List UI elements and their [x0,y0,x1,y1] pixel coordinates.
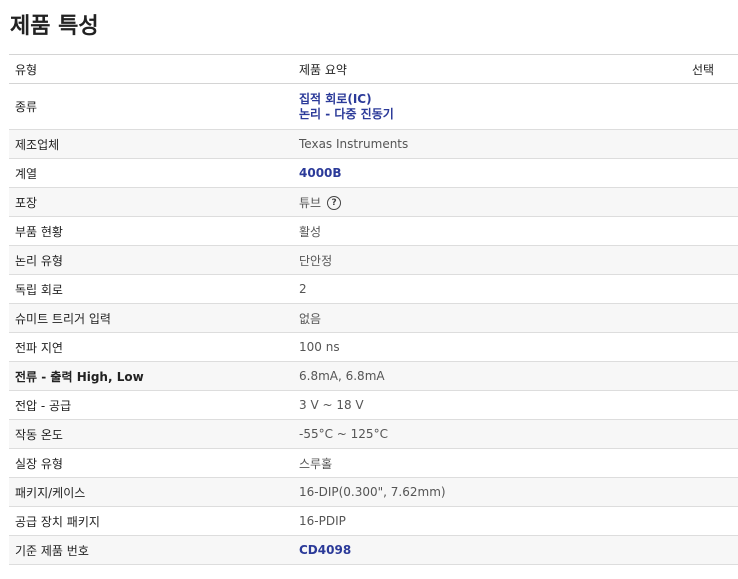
table-row: 실장 유형 스루홀 [9,448,738,478]
row-label-supply-voltage: 전압 - 공급 [9,390,293,420]
table-row: 포장 튜브? [9,187,738,217]
row-value-part-status: 활성 [293,216,688,246]
select-cell [688,535,738,565]
row-label-series: 계열 [9,158,293,188]
table-row: 제조업체 Texas Instruments [9,129,738,159]
column-header-summary: 제품 요약 [293,54,688,84]
row-label-package-case: 패키지/케이스 [9,477,293,507]
row-label-mounting-type: 실장 유형 [9,448,293,478]
product-attributes-panel: 제품 특성 유형 제품 요약 선택 종류 집적 회로(IC) 논리 - 다중 진… [9,0,738,565]
row-value-packaging: 튜브? [293,187,688,217]
select-cell [688,245,738,275]
table-row: 독립 회로 2 [9,274,738,304]
column-header-select: 선택 [688,54,738,84]
table-row: 기준 제품 번호 CD4098 [9,535,738,565]
page-title: 제품 특성 [10,14,99,39]
attributes-table: 유형 제품 요약 선택 종류 집적 회로(IC) 논리 - 다중 진동기 제조업… [9,54,738,565]
output-current-label-prefix: 전류 - 출력 [15,369,77,384]
table-row: 공급 장치 패키지 16-PDIP [9,506,738,536]
row-label-base-part-number: 기준 제품 번호 [9,535,293,565]
row-label-category: 종류 [9,83,293,130]
select-cell [688,419,738,449]
column-header-type: 유형 [9,54,293,84]
help-icon[interactable]: ? [327,196,342,210]
category-link-ic[interactable]: 집적 회로(IC) [299,92,682,107]
table-row: 부품 현황 활성 [9,216,738,246]
row-value-supplier-package: 16-PDIP [293,506,688,536]
table-row: 계열 4000B [9,158,738,188]
category-link-multivibrator[interactable]: 논리 - 다중 진동기 [299,107,682,122]
row-value-base-part-number: CD4098 [293,535,688,565]
row-label-logic-type: 논리 유형 [9,245,293,275]
table-row: 전파 지연 100 ns [9,332,738,362]
table-row: 전압 - 공급 3 V ~ 18 V [9,390,738,420]
row-label-packaging: 포장 [9,187,293,217]
select-cell [688,216,738,246]
select-cell [688,129,738,159]
row-value-schmitt-trigger: 없음 [293,303,688,333]
select-cell [688,187,738,217]
row-value-propagation-delay: 100 ns [293,332,688,362]
table-header-row: 유형 제품 요약 선택 [9,54,738,84]
row-label-part-status: 부품 현황 [9,216,293,246]
select-cell [688,506,738,536]
row-label-supplier-package: 공급 장치 패키지 [9,506,293,536]
row-label-operating-temp: 작동 온도 [9,419,293,449]
table-row: 작동 온도 -55°C ~ 125°C [9,419,738,449]
select-cell [688,303,738,333]
row-label-propagation-delay: 전파 지연 [9,332,293,362]
row-value-operating-temp: -55°C ~ 125°C [293,419,688,449]
select-cell [688,390,738,420]
row-label-manufacturer: 제조업체 [9,129,293,159]
row-value-mounting-type: 스루홀 [293,448,688,478]
row-value-package-case: 16-DIP(0.300", 7.62mm) [293,477,688,507]
select-cell [688,158,738,188]
select-cell [688,332,738,362]
series-link[interactable]: 4000B [299,166,682,181]
row-value-independent-circuits: 2 [293,274,688,304]
row-label-independent-circuits: 독립 회로 [9,274,293,304]
row-value-supply-voltage: 3 V ~ 18 V [293,390,688,420]
packaging-value: 튜브 [299,195,322,210]
select-cell [688,361,738,391]
table-row: 슈미트 트리거 입력 없음 [9,303,738,333]
row-label-schmitt-trigger: 슈미트 트리거 입력 [9,303,293,333]
table-row: 논리 유형 단안정 [9,245,738,275]
table-row: 패키지/케이스 16-DIP(0.300", 7.62mm) [9,477,738,507]
select-cell [688,274,738,304]
row-label-output-current: 전류 - 출력 High, Low [9,361,293,391]
select-cell [688,83,738,130]
output-current-label-bold: High, Low [76,369,144,384]
row-value-category: 집적 회로(IC) 논리 - 다중 진동기 [293,83,688,130]
base-part-number-link[interactable]: CD4098 [299,543,682,558]
row-value-manufacturer: Texas Instruments [293,129,688,159]
row-value-series: 4000B [293,158,688,188]
table-row: 전류 - 출력 High, Low 6.8mA, 6.8mA [9,361,738,391]
table-row: 종류 집적 회로(IC) 논리 - 다중 진동기 [9,83,738,130]
row-value-output-current: 6.8mA, 6.8mA [293,361,688,391]
row-value-logic-type: 단안정 [293,245,688,275]
select-cell [688,477,738,507]
select-cell [688,448,738,478]
